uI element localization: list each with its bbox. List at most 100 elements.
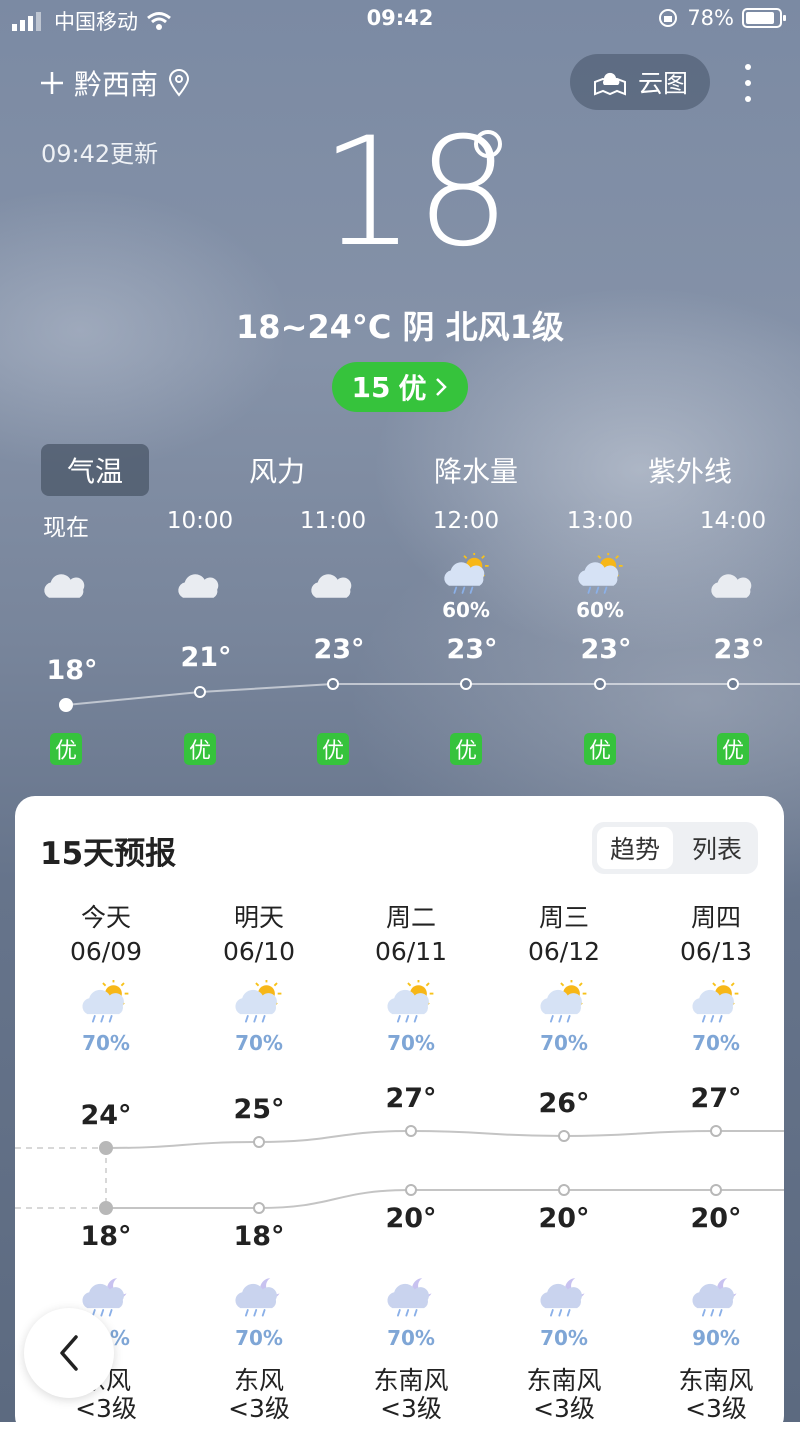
night-precip-chance: 70% — [540, 1326, 588, 1350]
wind-direction: 东南风 — [373, 1366, 449, 1395]
wind-level: <3级 — [228, 1394, 290, 1423]
back-button[interactable] — [24, 1308, 114, 1398]
hour-temp-point — [194, 686, 206, 698]
sun-rain-icon — [540, 980, 587, 1023]
more-dot — [745, 96, 751, 102]
aqi-label: 优 — [398, 372, 427, 405]
hour-temp-point — [327, 678, 339, 690]
chevron-left-icon — [60, 1335, 78, 1371]
day-high-point — [253, 1136, 265, 1148]
view-list-button[interactable]: 列表 — [679, 827, 755, 869]
wind-level: <3级 — [685, 1394, 747, 1423]
city-selector[interactable]: 黔西南 — [40, 63, 190, 103]
sun-rain-icon — [444, 553, 489, 594]
cloud-map-button[interactable]: 云图 — [570, 54, 710, 110]
wind-level: <3级 — [75, 1394, 137, 1423]
day-name: 周二 — [385, 903, 436, 932]
day-precip-chance: 70% — [82, 1031, 130, 1055]
weather-summary: 18~24°C 阴 北风1级 — [236, 308, 564, 346]
day-low-point — [99, 1201, 113, 1215]
day-wind: 东风 <3级 — [194, 1367, 324, 1423]
day-high-point — [558, 1130, 570, 1142]
day-wind: 东南风 <3级 — [499, 1367, 629, 1423]
hour-aqi-badge: 优 — [584, 733, 616, 765]
hour-aqi-badge: 优 — [717, 733, 749, 765]
more-dot — [745, 80, 751, 86]
chevron-right-icon — [436, 378, 448, 396]
orientation-lock-icon — [659, 9, 678, 27]
moon-rain-icon — [235, 1278, 280, 1317]
degree-symbol — [474, 130, 502, 158]
day-date: 06/11 — [374, 937, 448, 966]
battery-icon — [742, 8, 786, 28]
hour-aqi-badge: 优 — [317, 733, 349, 765]
cloud-map-label: 云图 — [637, 69, 688, 98]
more-menu-button[interactable] — [736, 64, 760, 102]
wind-direction: 东南风 — [678, 1366, 754, 1395]
sun-rain-icon — [578, 553, 623, 594]
hour-aqi-badge: 优 — [50, 733, 82, 765]
sun-rain-icon — [82, 980, 129, 1023]
hour-temp-point — [59, 698, 73, 712]
night-precip-chance: 90% — [692, 1326, 740, 1350]
hour-temp-point — [727, 678, 739, 690]
add-city-icon[interactable] — [40, 71, 64, 95]
day-precip-chance: 70% — [540, 1031, 588, 1055]
hour-aqi-badge: 优 — [450, 733, 482, 765]
day-high-point — [99, 1141, 113, 1155]
day-name: 明天 — [233, 903, 284, 932]
tab-temperature[interactable]: 气温 — [41, 444, 149, 496]
night-precip-chance: 70% — [235, 1326, 283, 1350]
tab-uv[interactable]: 紫外线 — [630, 444, 750, 496]
cloudy-icon — [178, 574, 219, 598]
cloudy-icon — [44, 574, 85, 598]
day-date: 06/09 — [69, 937, 143, 966]
day-high-point — [710, 1125, 722, 1137]
battery-percent: 78% — [687, 6, 734, 30]
daily-temp-lines — [15, 1125, 784, 1215]
day-low-point — [710, 1184, 722, 1196]
day-precip-chance: 70% — [387, 1031, 435, 1055]
hour-precip-chance: 60% — [442, 598, 490, 622]
day-high-point — [405, 1125, 417, 1137]
moon-rain-icon — [387, 1278, 432, 1317]
hour-time: 12:00 — [432, 508, 500, 534]
day-name: 今天 — [80, 903, 131, 932]
hour-time: 14:00 — [699, 508, 767, 534]
wind-direction: 东风 — [233, 1366, 284, 1395]
hour-time: 10:00 — [166, 508, 234, 534]
sun-rain-icon — [692, 980, 739, 1023]
hour-precip-chance: 60% — [576, 598, 624, 622]
day-date: 06/10 — [222, 937, 296, 966]
hourly-temp-line — [59, 678, 800, 712]
forecast-title: 15天预报 — [40, 836, 177, 872]
tab-precipitation[interactable]: 降水量 — [411, 444, 541, 496]
day-precip-chance: 70% — [235, 1031, 283, 1055]
hour-aqi-badge: 优 — [184, 733, 216, 765]
wind-level: <3级 — [533, 1394, 595, 1423]
cloudy-icon — [711, 574, 752, 598]
night-precip-chance: 70% — [387, 1326, 435, 1350]
day-name: 周四 — [690, 903, 741, 932]
more-dot — [745, 64, 751, 70]
day-wind: 东南风 <3级 — [346, 1367, 476, 1423]
hour-temp-point — [460, 678, 472, 690]
sun-rain-icon — [235, 980, 282, 1023]
day-name: 周三 — [538, 903, 589, 932]
aqi-badge[interactable]: 15 优 — [332, 362, 468, 412]
hour-time: 11:00 — [299, 508, 367, 534]
moon-rain-icon — [540, 1278, 585, 1317]
tab-wind[interactable]: 风力 — [222, 444, 332, 496]
sun-rain-icon — [387, 980, 434, 1023]
day-low-point — [405, 1184, 417, 1196]
wind-direction: 东南风 — [526, 1366, 602, 1395]
wind-level: <3级 — [380, 1394, 442, 1423]
status-bar-right: 78% — [657, 6, 788, 30]
view-trend-button[interactable]: 趋势 — [597, 827, 673, 869]
day-low-point — [253, 1202, 265, 1214]
day-precip-chance: 70% — [692, 1031, 740, 1055]
update-time: 09:42更新 — [41, 140, 159, 168]
day-date: 06/12 — [527, 937, 601, 966]
day-low-point — [558, 1184, 570, 1196]
aqi-value: 15 — [351, 370, 391, 404]
